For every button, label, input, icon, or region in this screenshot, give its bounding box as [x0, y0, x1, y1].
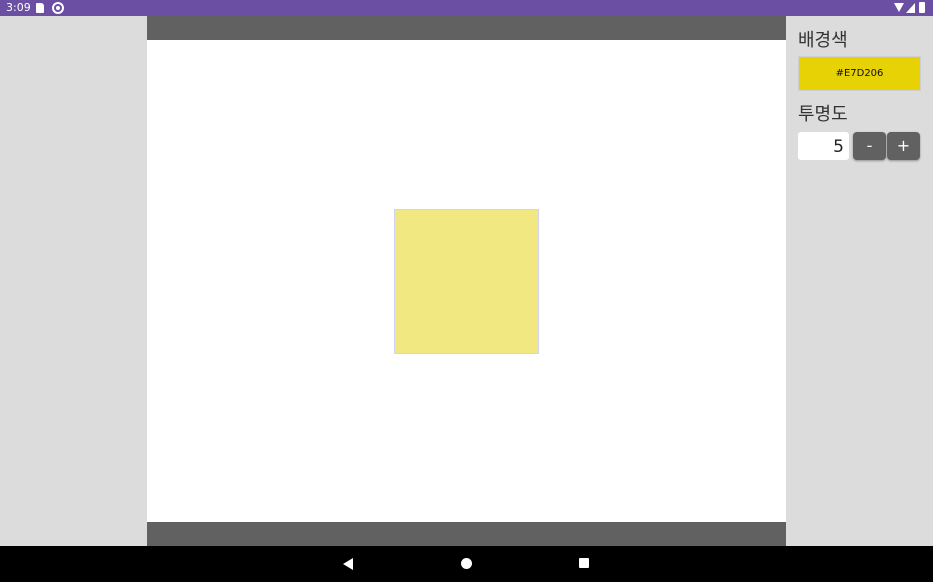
colored-box[interactable] [394, 209, 539, 354]
home-icon[interactable] [461, 558, 472, 569]
canvas[interactable] [147, 40, 786, 522]
background-color-label: 배경색 [798, 30, 848, 51]
settings-panel: 배경색 #E7D206 투명도 5 - + [786, 16, 933, 546]
recents-icon[interactable] [579, 558, 589, 568]
wifi-icon [893, 2, 905, 14]
status-time: 3:09 [6, 1, 31, 14]
decrease-opacity-button[interactable]: - [853, 132, 886, 160]
increase-opacity-button[interactable]: + [887, 132, 920, 160]
sync-icon [52, 2, 64, 14]
background-color-button[interactable]: #E7D206 [798, 56, 921, 91]
canvas-top-bar [147, 16, 786, 40]
navigation-bar [0, 546, 933, 582]
sd-card-icon [36, 2, 45, 14]
back-icon[interactable] [343, 558, 353, 570]
opacity-input[interactable]: 5 [798, 132, 849, 160]
signal-icon [906, 2, 916, 14]
battery-icon [919, 2, 926, 14]
opacity-label: 투명도 [798, 104, 848, 125]
status-bar: 3:09 [0, 0, 933, 16]
canvas-bottom-bar [147, 522, 786, 546]
